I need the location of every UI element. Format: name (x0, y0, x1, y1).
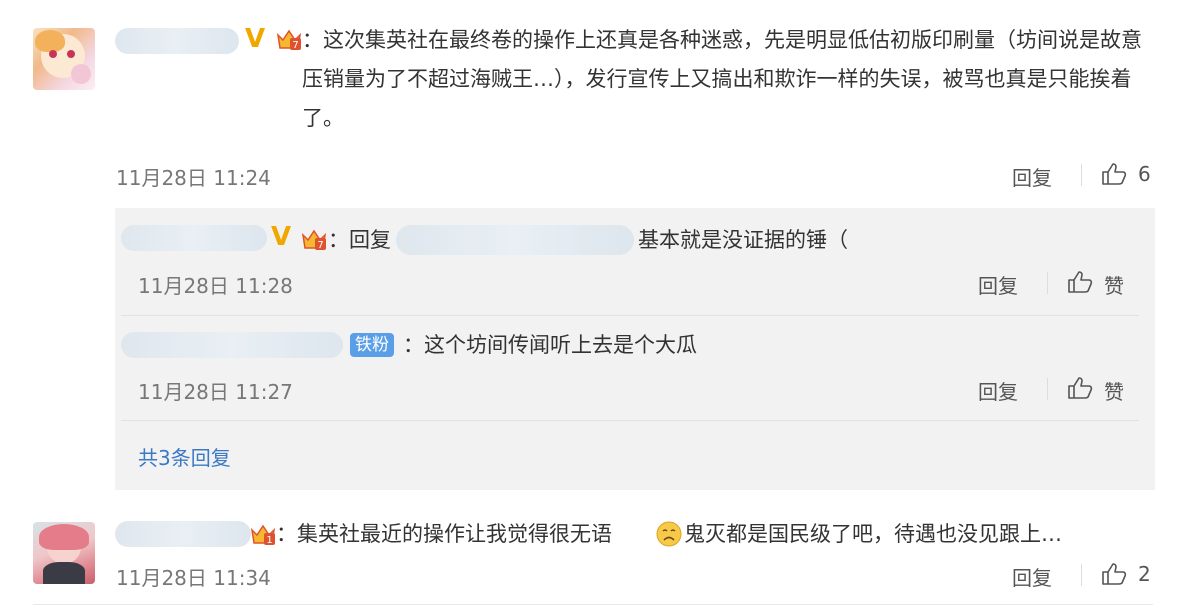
more-replies-link[interactable]: 共3条回复 (138, 442, 231, 471)
like-button-label[interactable]: 赞 (1104, 376, 1124, 405)
avatar[interactable] (33, 28, 95, 90)
reply-button[interactable]: 回复 (978, 270, 1018, 299)
reply-divider (121, 315, 1139, 316)
reply-timestamp: 11月28日 11:27 (138, 380, 293, 404)
avatar[interactable] (33, 522, 95, 584)
reply-username[interactable] (121, 225, 267, 251)
comment-timestamp: 11月28日 11:24 (116, 166, 271, 190)
thumbs-up-icon[interactable] (1067, 376, 1093, 400)
reply-button[interactable]: 回复 (1012, 162, 1052, 191)
thumbs-up-icon[interactable] (1067, 270, 1093, 294)
reply-text: ：这个坊间传闻听上去是个大瓜 (403, 333, 697, 357)
reply-button[interactable]: 回复 (1012, 562, 1052, 591)
action-separator (1047, 272, 1048, 294)
like-button-label[interactable]: 赞 (1104, 270, 1124, 299)
action-separator (1047, 378, 1048, 400)
crown-level-icon: 1 (250, 524, 276, 546)
like-count: 6 (1138, 162, 1151, 186)
reply-username[interactable] (121, 332, 343, 358)
reply-prefix: ：回复 (328, 228, 391, 252)
svg-text:1: 1 (266, 535, 272, 546)
username[interactable] (115, 521, 251, 547)
action-separator (1081, 564, 1082, 586)
verified-v-icon: V (271, 222, 292, 252)
comment-text: ：集英社最近的操作让我觉得很无语 (276, 522, 612, 546)
mentioned-username[interactable] (396, 225, 634, 255)
crown-level-icon: 7 (301, 229, 327, 251)
username[interactable] (115, 28, 239, 54)
reply-button[interactable]: 回复 (978, 376, 1018, 405)
like-count: 2 (1138, 562, 1151, 586)
comment-text-tail: 鬼灭都是国民级了吧，待遇也没见跟上… (684, 522, 1062, 546)
thumbs-up-icon[interactable] (1101, 562, 1127, 586)
comment-timestamp: 11月28日 11:34 (116, 566, 271, 590)
svg-text:7: 7 (292, 40, 298, 51)
crown-level-icon: 7 (276, 29, 302, 51)
sad-emoji-icon (656, 521, 682, 547)
action-separator (1081, 164, 1082, 186)
thumbs-up-icon[interactable] (1101, 162, 1127, 186)
reply-divider (121, 420, 1139, 421)
fan-badge: 铁粉 (350, 333, 394, 357)
reply-timestamp: 11月28日 11:28 (138, 274, 293, 298)
svg-text:7: 7 (317, 240, 323, 251)
reply-text: 基本就是没证据的锤（ (638, 228, 848, 252)
comment-text: ：这次集英社在最终卷的操作上还真是各种迷惑，先是明显低估初版印刷量（坊间说是故意… (302, 28, 1142, 130)
verified-v-icon: V (245, 24, 266, 54)
comment-divider (33, 604, 1153, 605)
